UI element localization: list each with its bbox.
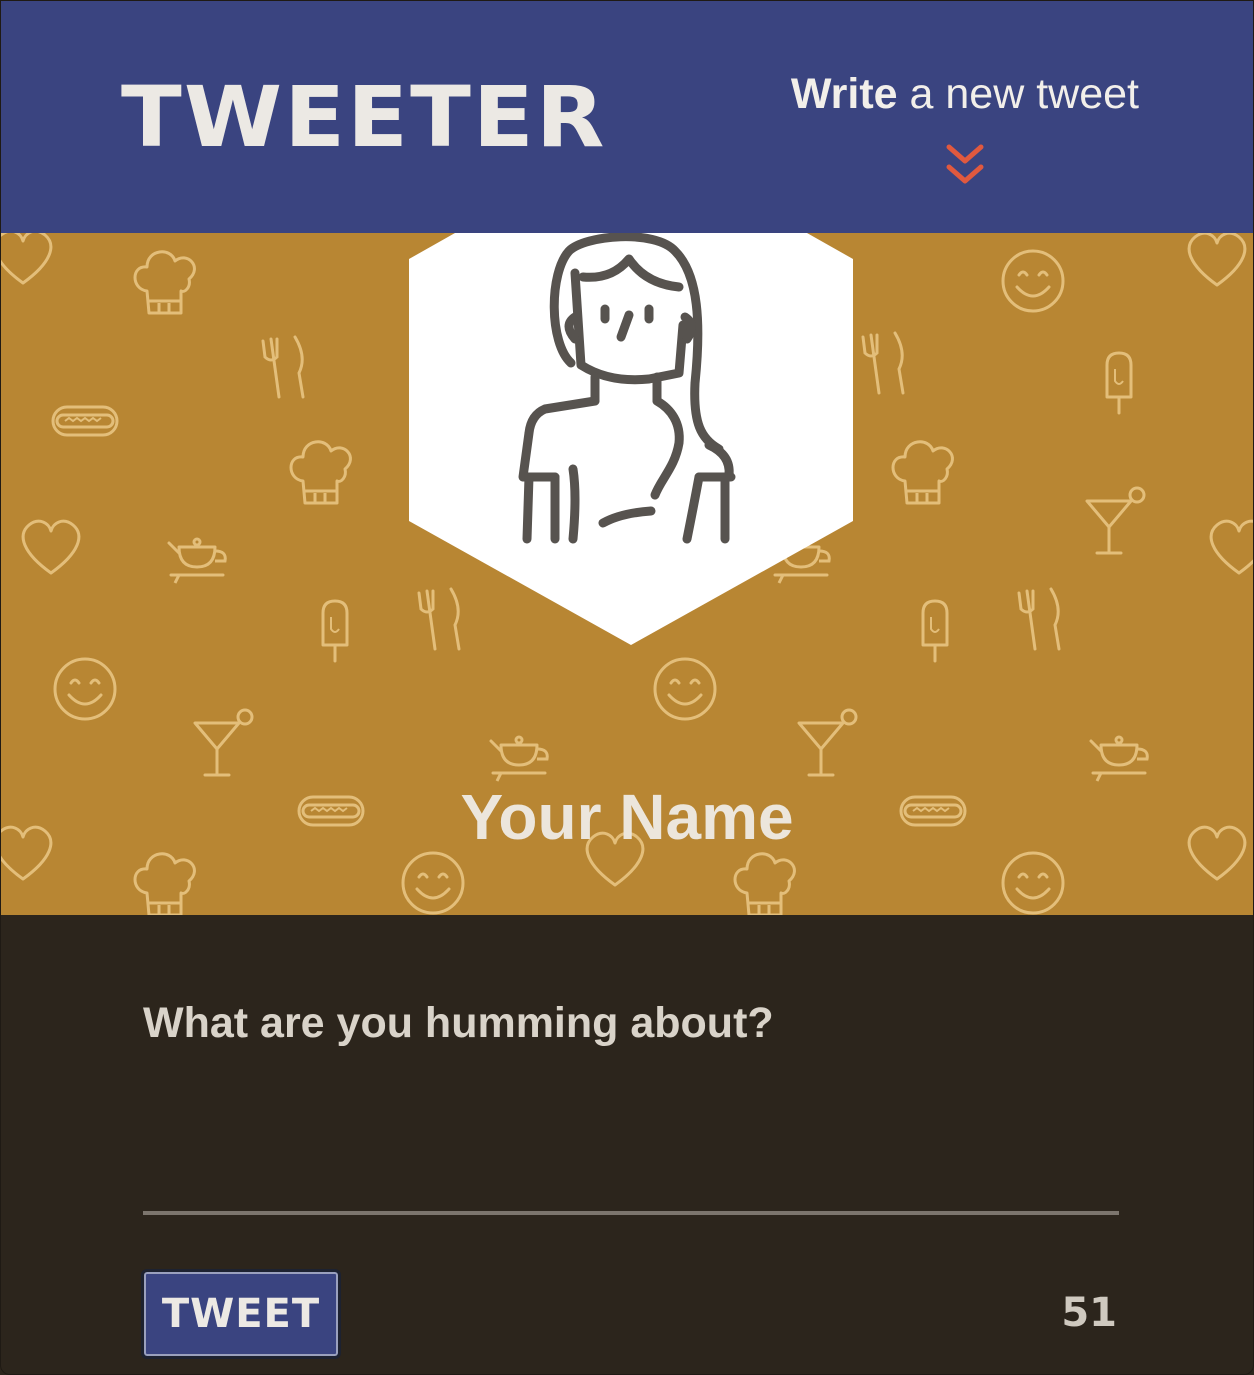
tweet-textarea[interactable] [143,995,1119,1215]
compose-bold-text: Write [790,70,898,118]
tweet-composer: TWEET 51 [1,915,1253,1374]
woman-avatar-icon[interactable] [409,233,853,645]
app-logo[interactable]: TWEETER [121,67,607,167]
compose-toggle-label: Write a new tweet [791,65,1139,123]
app-frame: TWEETER Write a new tweet Your Name What… [0,0,1254,1375]
double-chevron-down-icon [946,144,984,184]
tweet-button[interactable]: TWEET [141,1269,341,1359]
top-nav: TWEETER Write a new tweet [1,1,1253,233]
profile-banner: Your Name [1,233,1253,915]
character-counter: 51 [1061,1290,1117,1336]
profile-name: Your Name [460,781,794,853]
compose-toggle[interactable]: Write a new tweet [791,65,1139,189]
compose-rest-text: a new tweet [897,70,1139,118]
